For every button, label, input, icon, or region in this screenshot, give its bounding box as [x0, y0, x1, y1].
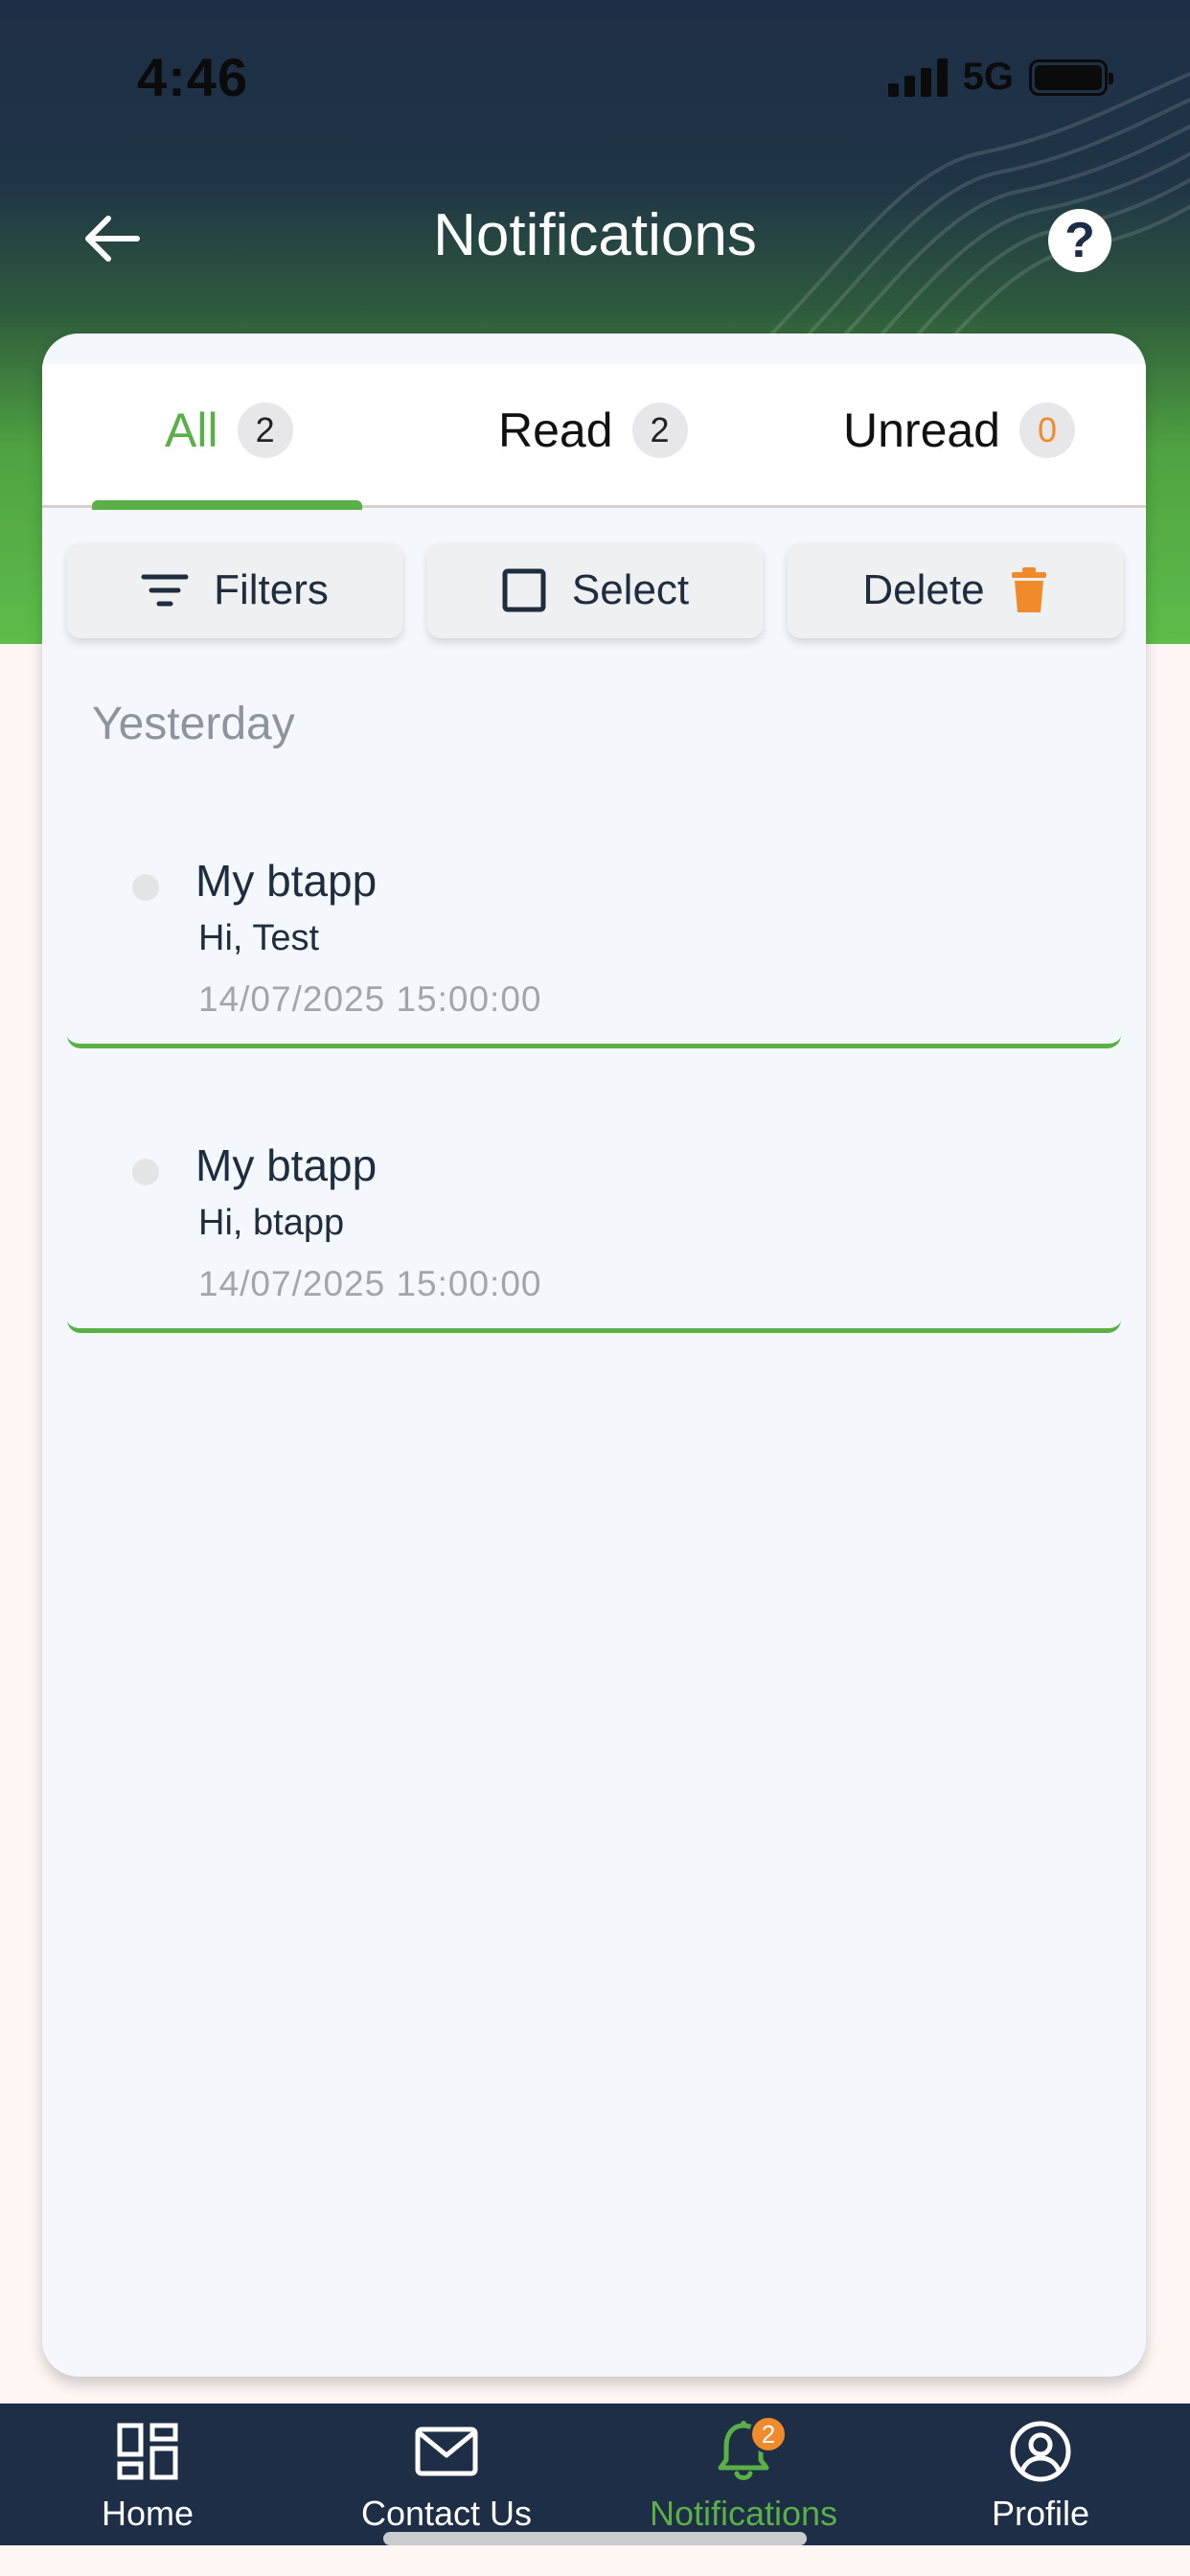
- tab-label: All: [165, 403, 218, 457]
- tab-read[interactable]: Read 2: [498, 402, 688, 458]
- signal-icon: [887, 58, 948, 97]
- tab-all[interactable]: All 2: [165, 402, 293, 458]
- delete-button[interactable]: Delete: [788, 542, 1123, 638]
- home-indicator: [383, 2532, 807, 2545]
- unread-dot-icon: [132, 874, 159, 901]
- notification-title: My btapp: [195, 1140, 378, 1190]
- bottom-tab-bar: Home Contact Us 2 Notifications Profile: [0, 2404, 1190, 2545]
- select-label: Select: [571, 566, 690, 613]
- filters-button[interactable]: Filters: [67, 542, 402, 638]
- filter-tabs: All 2 Read 2 Unread 0: [42, 364, 1146, 510]
- tabbar-home[interactable]: Home: [33, 2415, 263, 2534]
- tabbar-contact-label: Contact Us: [360, 2494, 533, 2533]
- notifications-screen: 4:46 5G Notifications ? All 2 Read 2 Unr…: [0, 0, 1190, 2576]
- unread-dot-icon: [132, 1159, 159, 1185]
- page-title: Notifications: [433, 202, 757, 268]
- battery-icon: [1029, 58, 1113, 96]
- dashboard-icon: [117, 2423, 178, 2480]
- tabbar-notifications-label: Notifications: [649, 2494, 838, 2533]
- checkbox-icon: [502, 568, 546, 612]
- notifications-badge: 2: [749, 2415, 788, 2453]
- tab-count: 2: [237, 402, 293, 458]
- tab-count: 2: [631, 402, 688, 458]
- delete-label: Delete: [862, 566, 985, 613]
- tab-unread[interactable]: Unread 0: [843, 402, 1075, 458]
- network-type: 5G: [962, 56, 1014, 98]
- tabbar-home-label: Home: [101, 2494, 195, 2533]
- notification-title: My btapp: [195, 856, 378, 906]
- help-button[interactable]: ?: [1048, 209, 1111, 272]
- select-button[interactable]: Select: [427, 542, 763, 638]
- notification-body: Hi, Test: [198, 918, 320, 958]
- status-time: 4:46: [137, 47, 249, 107]
- notification-body: Hi, btapp: [198, 1203, 345, 1243]
- tabbar-notifications[interactable]: 2 Notifications: [629, 2415, 858, 2534]
- notification-item[interactable]: My btapp Hi, btapp 14/07/2025 15:00:00: [67, 1109, 1121, 1333]
- tab-label: Unread: [843, 403, 1000, 457]
- tabbar-profile[interactable]: Profile: [926, 2415, 1156, 2534]
- tabbar-contact-us[interactable]: Contact Us: [332, 2415, 561, 2534]
- notification-item[interactable]: My btapp Hi, Test 14/07/2025 15:00:00: [67, 824, 1121, 1048]
- tab-count: 0: [1019, 402, 1075, 458]
- trash-icon: [1011, 567, 1046, 612]
- active-tab-indicator: [92, 500, 362, 510]
- tab-label: Read: [498, 403, 613, 457]
- filter-icon: [141, 574, 189, 607]
- notification-time: 14/07/2025 15:00:00: [198, 979, 542, 1019]
- notifications-card: All 2 Read 2 Unread 0 Filters Select Del…: [42, 334, 1146, 2377]
- section-title-yesterday: Yesterday: [92, 699, 295, 749]
- mail-icon: [415, 2426, 478, 2476]
- filters-label: Filters: [214, 566, 329, 613]
- user-circle-icon: [1010, 2421, 1071, 2482]
- notification-time: 14/07/2025 15:00:00: [198, 1264, 542, 1303]
- status-indicators: 5G: [887, 56, 1113, 99]
- tabbar-profile-label: Profile: [991, 2494, 1090, 2533]
